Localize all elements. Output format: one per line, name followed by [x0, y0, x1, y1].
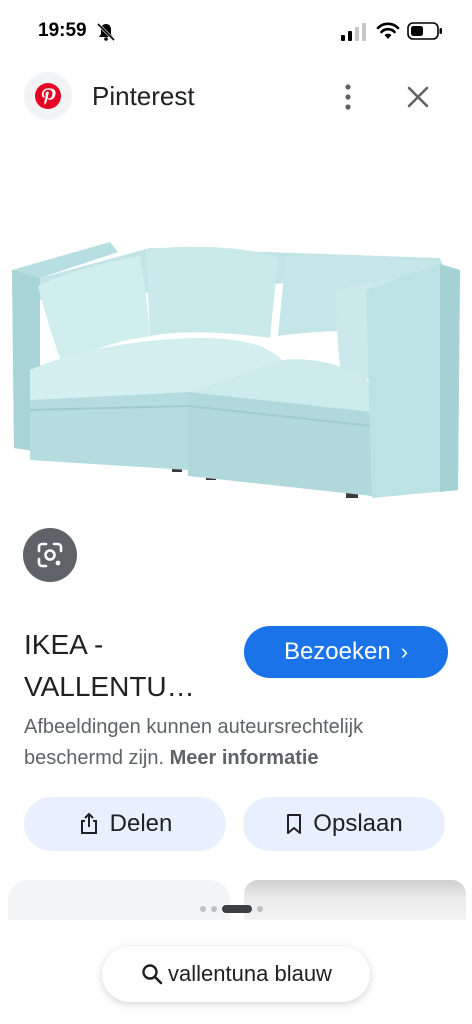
- result-title: IKEA - VALLENTU…: [24, 624, 234, 708]
- result-title-line1: IKEA -: [24, 629, 104, 660]
- wifi-icon: [376, 22, 400, 39]
- pagination-dots: [200, 903, 263, 915]
- next-result-card[interactable]: [8, 880, 230, 920]
- result-title-line2: VALLENTU…: [24, 671, 195, 702]
- search-query-text: vallentuna blauw: [168, 961, 332, 986]
- bookmark-icon: [287, 814, 302, 834]
- pagination-dot: [211, 906, 217, 912]
- share-icon: [80, 812, 97, 834]
- lens-icon: [37, 542, 63, 568]
- lens-search-button[interactable]: [23, 528, 77, 582]
- battery-icon: [407, 22, 442, 40]
- pagination-dot-active: [222, 905, 252, 913]
- pinterest-logo-icon[interactable]: [24, 72, 72, 120]
- status-time: 19:59: [38, 20, 87, 41]
- save-label: Opslaan: [313, 810, 403, 837]
- visit-button[interactable]: Bezoeken ›: [244, 626, 448, 678]
- pagination-dot: [257, 906, 263, 912]
- more-options-icon[interactable]: [336, 82, 360, 112]
- close-icon[interactable]: [404, 83, 432, 111]
- next-result-card[interactable]: [244, 880, 466, 920]
- search-query-chip[interactable]: vallentuna blauw: [102, 946, 370, 1002]
- bell-muted-icon: [96, 22, 116, 42]
- app-name: Pinterest: [92, 81, 195, 111]
- share-button[interactable]: Delen: [24, 797, 226, 851]
- share-label: Delen: [109, 810, 173, 837]
- search-icon: [142, 964, 163, 985]
- copyright-notice: Afbeeldingen kunnen auteursrechtelijk be…: [24, 712, 454, 774]
- save-button[interactable]: Opslaan: [243, 797, 445, 851]
- pagination-dot: [200, 906, 206, 912]
- cellular-signal-icon: [341, 23, 366, 41]
- more-info-link[interactable]: Meer informatie: [170, 747, 319, 769]
- app-header: Pinterest: [0, 64, 472, 130]
- product-image[interactable]: [0, 160, 472, 520]
- status-bar: 19:59: [0, 0, 472, 64]
- visit-button-label: Bezoeken: [283, 638, 391, 665]
- chevron-right-icon: ›: [400, 639, 409, 664]
